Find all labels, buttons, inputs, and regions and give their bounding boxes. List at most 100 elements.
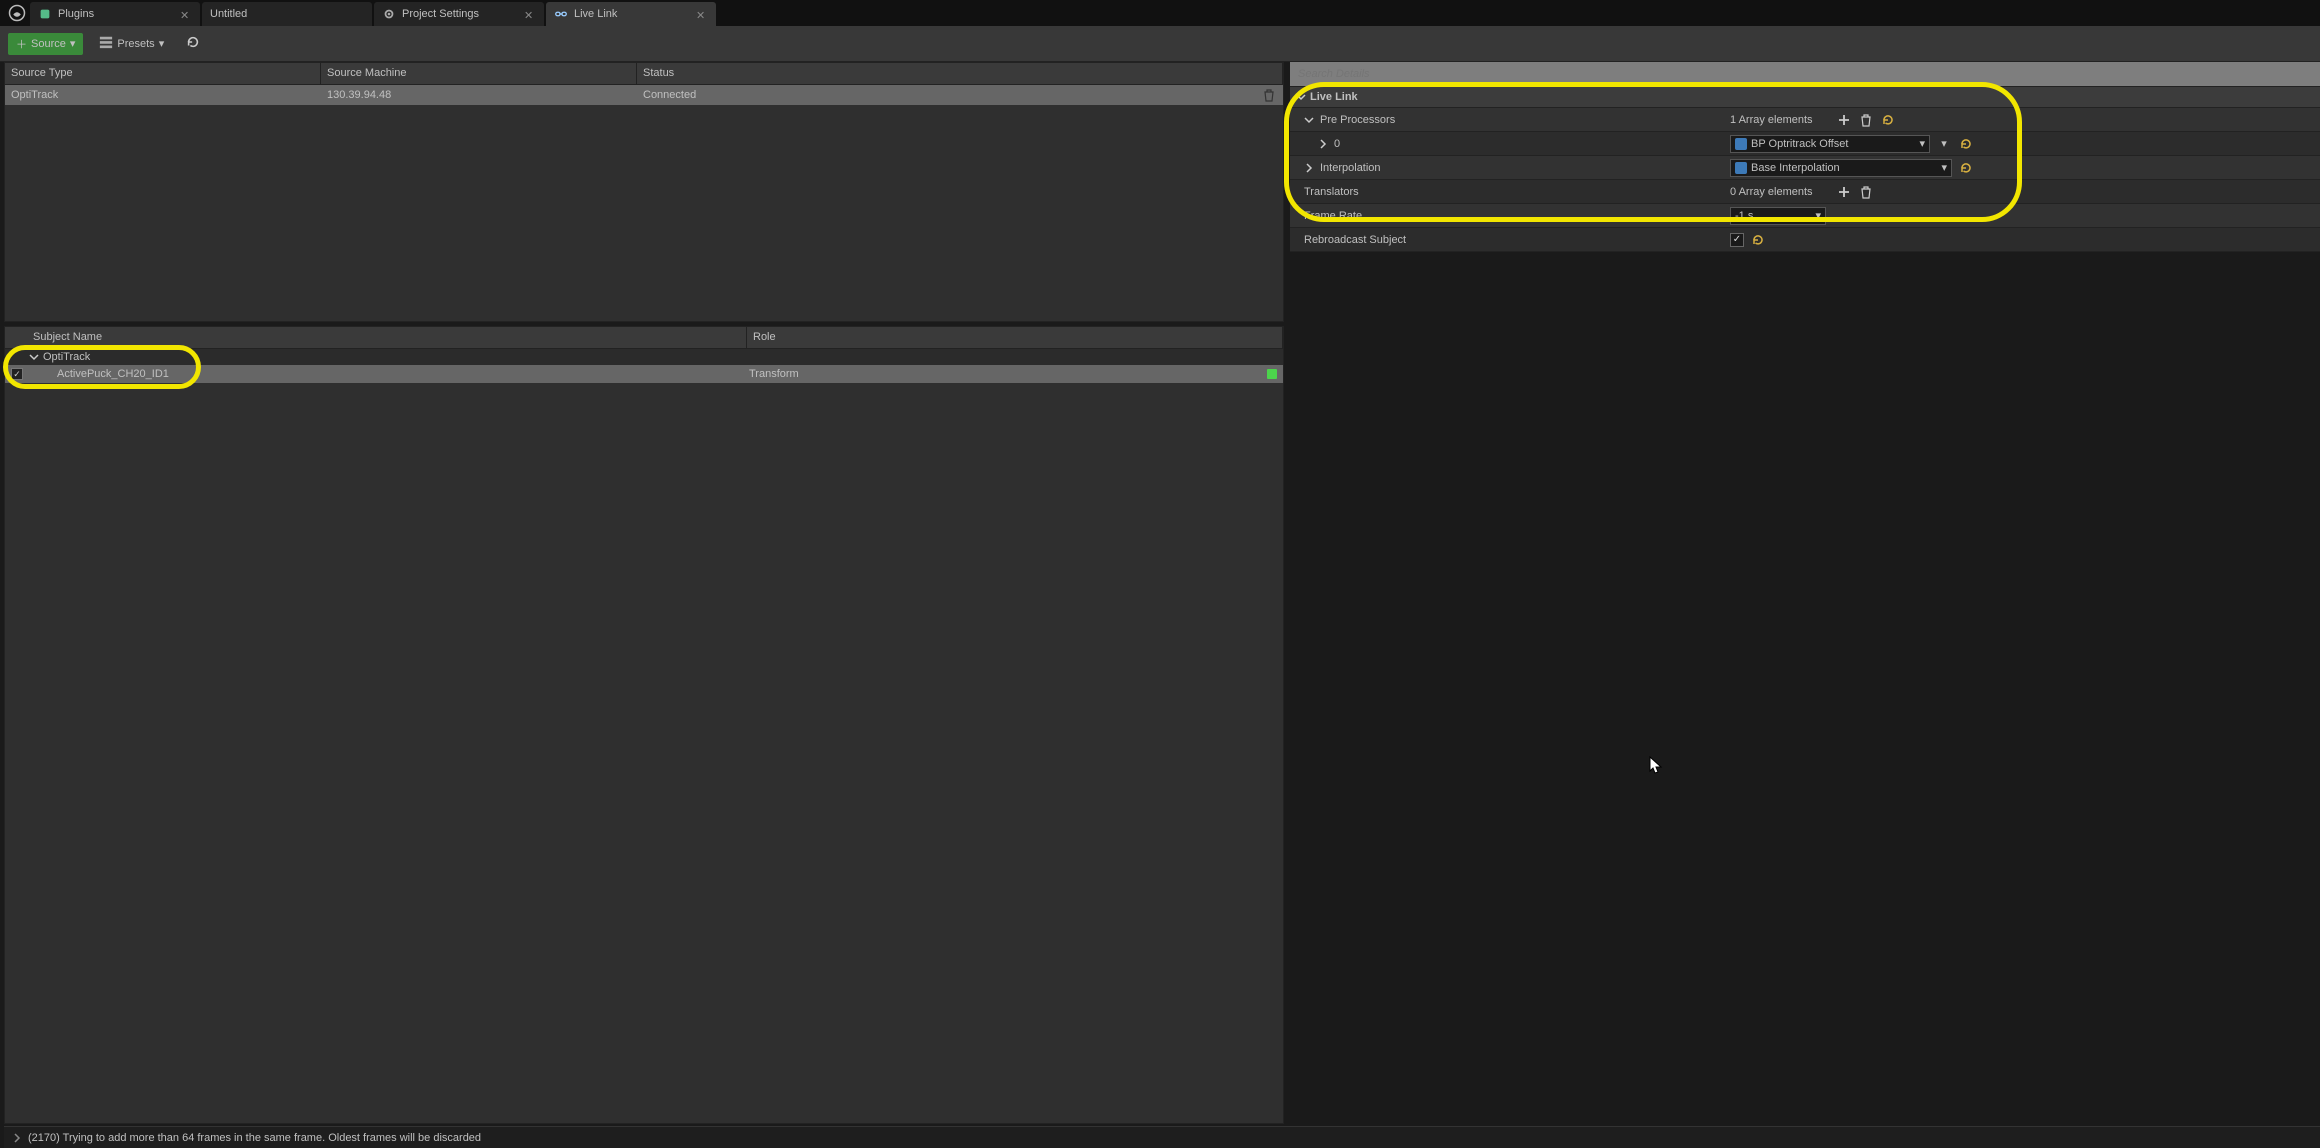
- chevron-down-icon: ▾: [1941, 161, 1947, 174]
- trash-icon[interactable]: [1261, 87, 1277, 103]
- main-area: Source Type Source Machine Status OptiTr…: [4, 62, 2320, 1124]
- prop-interpolation: Interpolation Base Interpolation ▾: [1290, 156, 2320, 180]
- cell-source-machine: 130.39.94.48: [321, 89, 637, 101]
- combo-value: -1 s: [1735, 210, 1753, 222]
- sources-panel: Source Type Source Machine Status OptiTr…: [4, 62, 1284, 322]
- source-row[interactable]: OptiTrack 130.39.94.48 Connected: [5, 85, 1283, 105]
- tab-live-link[interactable]: Live Link ✕: [546, 2, 716, 26]
- interpolation-combo[interactable]: Base Interpolation ▾: [1730, 159, 1952, 177]
- tab-label: Plugins: [58, 8, 94, 20]
- blueprint-icon: [1735, 138, 1747, 150]
- caret-right-icon: [1304, 163, 1314, 173]
- details-panel: Live Link Pre Processors 1 Array element…: [1290, 62, 2320, 1124]
- subject-checkbox[interactable]: [11, 368, 23, 380]
- combo-value: Base Interpolation: [1751, 162, 1840, 174]
- col-source-type[interactable]: Source Type: [5, 63, 321, 84]
- subject-row[interactable]: ActivePuck_CH20_ID1 Transform: [5, 365, 1283, 383]
- chevron-down-icon: ▾: [70, 37, 76, 50]
- caret-right-icon: [1318, 139, 1328, 149]
- prop-label[interactable]: Translators: [1290, 186, 1730, 198]
- add-source-button[interactable]: ＋ Source ▾: [8, 33, 83, 55]
- button-label: Source: [31, 38, 66, 50]
- chevron-down-icon: ▾: [1815, 209, 1821, 222]
- status-bar: (2170) Trying to add more than 64 frames…: [4, 1126, 2320, 1148]
- col-subject-name[interactable]: Subject Name: [5, 327, 747, 348]
- tab-plugins[interactable]: Plugins ✕: [30, 2, 200, 26]
- caret-down-icon: [1296, 92, 1306, 102]
- prop-frame-rate: Frame Rate -1 s ▾: [1290, 204, 2320, 228]
- prop-pre-processors: Pre Processors 1 Array elements: [1290, 108, 2320, 132]
- button-label: Presets: [117, 38, 154, 50]
- element-menu-button[interactable]: ▾: [1936, 136, 1952, 152]
- toolbar: ＋ Source ▾ Presets ▾: [0, 26, 2320, 62]
- subjects-body: OptiTrack ActivePuck_CH20_ID1 Transform: [5, 349, 1283, 1123]
- col-role[interactable]: Role: [747, 327, 1283, 348]
- col-source-machine[interactable]: Source Machine: [321, 63, 637, 84]
- sources-body: OptiTrack 130.39.94.48 Connected: [5, 85, 1283, 321]
- trash-icon[interactable]: [1858, 184, 1874, 200]
- subject-role: Transform: [743, 368, 805, 380]
- add-element-button[interactable]: [1836, 184, 1852, 200]
- tab-project-settings[interactable]: Project Settings ✕: [374, 2, 544, 26]
- prop-label[interactable]: 0: [1290, 138, 1730, 150]
- add-element-button[interactable]: [1836, 112, 1852, 128]
- cell-source-type: OptiTrack: [5, 89, 321, 101]
- refresh-button[interactable]: [180, 33, 206, 55]
- chevron-down-icon: ▾: [159, 37, 165, 50]
- close-icon[interactable]: ✕: [180, 9, 190, 19]
- preprocessor-combo[interactable]: BP Optritrack Offset ▾: [1730, 135, 1930, 153]
- details-body: Live Link Pre Processors 1 Array element…: [1290, 86, 2320, 252]
- subjects-header-row: Subject Name Role: [5, 327, 1283, 349]
- reset-icon[interactable]: [1958, 160, 1974, 176]
- frame-rate-combo[interactable]: -1 s ▾: [1730, 207, 1826, 225]
- tab-label: Live Link: [574, 8, 617, 20]
- close-icon[interactable]: ✕: [696, 9, 706, 19]
- tab-label: Untitled: [210, 8, 247, 20]
- rebroadcast-checkbox[interactable]: [1730, 233, 1744, 247]
- col-status[interactable]: Status: [637, 63, 1283, 84]
- array-count: 0 Array elements: [1730, 186, 1830, 198]
- section-live-link[interactable]: Live Link: [1290, 86, 2320, 108]
- group-label: OptiTrack: [43, 351, 90, 363]
- search-input[interactable]: [1298, 68, 2312, 80]
- reset-icon[interactable]: [1750, 232, 1766, 248]
- link-icon: [554, 7, 568, 21]
- caret-down-icon: [1304, 115, 1314, 125]
- prop-label[interactable]: Interpolation: [1290, 162, 1730, 174]
- chevron-down-icon: ▾: [1919, 137, 1925, 150]
- subject-name: ActivePuck_CH20_ID1: [23, 368, 743, 380]
- array-count: 1 Array elements: [1730, 114, 1830, 126]
- trash-icon[interactable]: [1858, 112, 1874, 128]
- gear-icon: [382, 7, 396, 21]
- subject-group-row[interactable]: OptiTrack: [5, 349, 1283, 365]
- presets-button[interactable]: Presets ▾: [93, 33, 170, 55]
- prop-translators: Translators 0 Array elements: [1290, 180, 2320, 204]
- reset-icon[interactable]: [1958, 136, 1974, 152]
- unreal-logo-icon: [4, 0, 30, 26]
- refresh-icon: [186, 35, 200, 52]
- section-label: Live Link: [1310, 91, 1358, 103]
- status-text: (2170) Trying to add more than 64 frames…: [28, 1132, 481, 1144]
- left-column: Source Type Source Machine Status OptiTr…: [4, 62, 1284, 1124]
- reset-icon[interactable]: [1880, 112, 1896, 128]
- prop-pre-processor-0: 0 BP Optritrack Offset ▾ ▾: [1290, 132, 2320, 156]
- prop-label: Rebroadcast Subject: [1290, 234, 1730, 246]
- plus-icon: ＋: [16, 36, 27, 52]
- blueprint-icon: [1735, 162, 1747, 174]
- tab-untitled[interactable]: Untitled: [202, 2, 372, 26]
- prop-rebroadcast: Rebroadcast Subject: [1290, 228, 2320, 252]
- close-icon[interactable]: ✕: [524, 9, 534, 19]
- caret-right-icon[interactable]: [12, 1133, 22, 1143]
- combo-value: BP Optritrack Offset: [1751, 138, 1848, 150]
- cell-status: Connected: [637, 89, 702, 101]
- details-search[interactable]: [1290, 62, 2320, 86]
- tab-label: Project Settings: [402, 8, 479, 20]
- prop-label[interactable]: Pre Processors: [1290, 114, 1730, 126]
- status-indicator: [1267, 369, 1277, 379]
- subjects-panel: Subject Name Role OptiTrack ActivePuck_C…: [4, 326, 1284, 1124]
- tab-bar: Plugins ✕ Untitled Project Settings ✕ Li…: [0, 0, 2320, 26]
- prop-label: Frame Rate: [1290, 210, 1730, 222]
- preset-icon: [99, 35, 113, 52]
- plugin-icon: [38, 7, 52, 21]
- sources-header-row: Source Type Source Machine Status: [5, 63, 1283, 85]
